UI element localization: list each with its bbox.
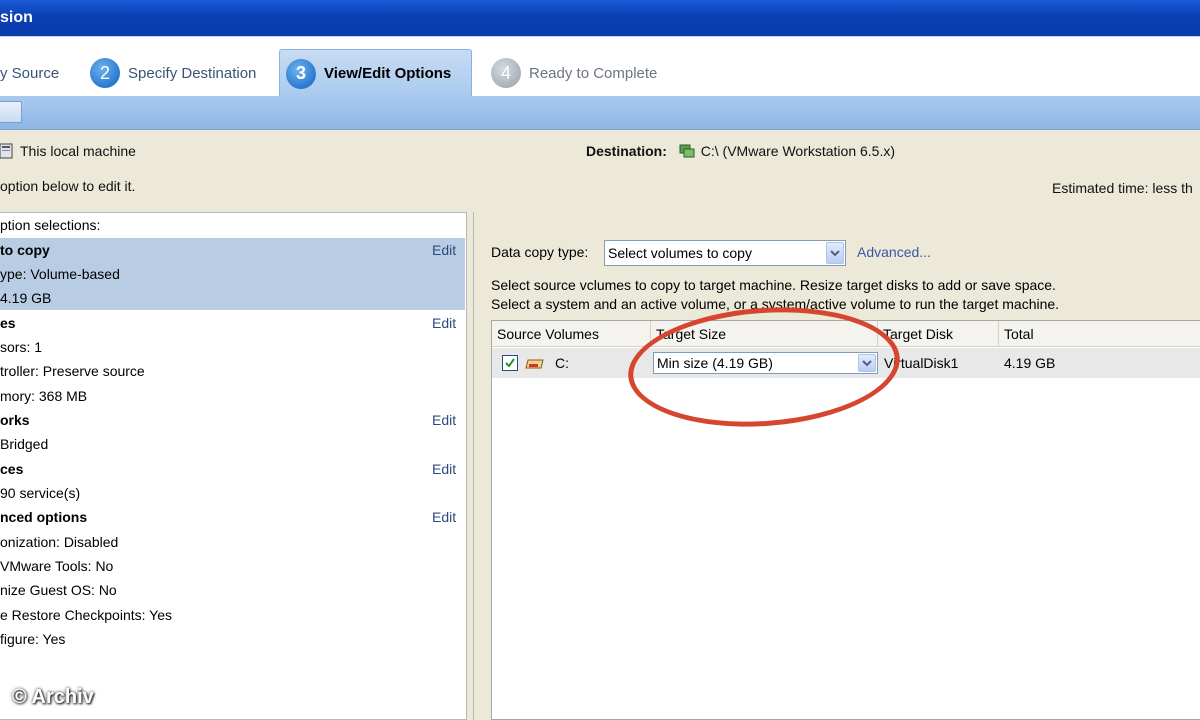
option-detail: onization: Disabled [0,534,119,550]
data-copy-type-label: Data copy type: [491,244,589,260]
option-networks[interactable]: orks Edit [0,408,465,432]
destination-label: Destination: [586,143,667,159]
option-detail: figure: Yes [0,631,66,647]
edit-link[interactable]: Edit [432,457,456,481]
target-size-value: Min size (4.19 GB) [657,355,773,371]
drive-icon [525,359,544,369]
step-label: Specify Destination [128,64,257,82]
computer-icon [0,143,13,159]
option-title: nced options [0,509,88,525]
edit-link[interactable]: Edit [432,311,456,335]
step-ready-to-complete[interactable]: 4 Ready to Complete [491,49,657,97]
destination-value: C:\ (VMware Workstation 6.5.x) [700,143,896,159]
option-devices[interactable]: es Edit [0,311,465,335]
options-header: ption selections: [0,217,101,233]
source-info: This local machine [0,143,136,159]
option-detail: sors: 1 [0,339,43,355]
step-number-icon: 4 [491,58,521,88]
copyright-watermark: © Archiv [12,686,94,708]
option-services[interactable]: ces Edit [0,457,465,481]
option-title: orks [0,412,30,428]
destination-info: Destination: C:\ (VMware Workstation 6.5… [586,143,895,159]
table-row[interactable]: C: Min size (4.19 GB) VirtualDisk1 4.19 … [492,348,1200,378]
toolbar-strip [0,96,1200,130]
step-number-icon: 2 [90,58,120,88]
table-header: Source Volumes Target Size Target Disk T… [492,321,1200,347]
option-detail: Bridged [0,436,49,452]
data-copy-type-value: Select volumes to copy [608,245,752,261]
option-title: es [0,315,16,331]
option-data-to-copy[interactable]: to copy Edit [0,238,465,262]
option-detail: nize Guest OS: No [0,582,117,598]
option-title: to copy [0,242,50,258]
option-detail: 90 service(s) [0,485,81,501]
advanced-link[interactable]: Advanced... [857,244,931,260]
column-header-target-disk[interactable]: Target Disk [878,321,999,347]
window-title: sion [0,9,33,26]
chevron-down-icon[interactable] [826,242,844,264]
checkmark-icon [505,358,515,368]
target-size-select[interactable]: Min size (4.19 GB) [653,352,878,374]
volume-name: C: [555,355,569,371]
option-detail: ype: Volume-based [0,262,465,286]
edit-link[interactable]: Edit [432,505,456,529]
edit-hint: option below to edit it. [0,178,136,194]
edit-link[interactable]: Edit [432,238,456,262]
option-detail: e Restore Checkpoints: Yes [0,607,172,623]
volumes-table: Source Volumes Target Size Target Disk T… [491,320,1200,720]
option-detail: mory: 368 MB [0,388,88,404]
toolbar-button[interactable] [0,101,22,123]
volume-checkbox[interactable] [502,355,518,371]
chevron-down-icon[interactable] [858,354,876,372]
option-detail: VMware Tools: No [0,558,114,574]
step-number-icon: 3 [286,58,316,89]
data-copy-type-select[interactable]: Select volumes to copy [604,240,846,266]
total-value: 4.19 GB [1004,355,1056,371]
source-text: This local machine [20,143,136,159]
step-view-edit-options[interactable]: 3 View/Edit Options [279,49,473,97]
step-label: Ready to Complete [529,64,658,82]
window-title-bar: sion [0,0,1200,36]
estimated-time: Estimated time: less th [1052,180,1193,196]
description-line: Select a system and an active volume, or… [491,296,1060,312]
column-header-total[interactable]: Total [999,321,1200,347]
option-advanced-options[interactable]: nced options Edit [0,505,465,529]
description-line: Select source vclumes to copy to target … [491,277,1056,293]
target-disk-value: VirtualDisk1 [884,355,959,371]
option-title: ces [0,461,24,477]
wizard-step-bar: y Source 2 Specify Destination 3 View/Ed… [0,36,1200,97]
step-select-source[interactable]: y Source [0,49,59,97]
option-detail: 4.19 GB [0,286,465,310]
vmware-icon [679,144,695,158]
step-specify-destination[interactable]: 2 Specify Destination [90,49,256,97]
option-detail: troller: Preserve source [0,363,145,379]
step-label: View/Edit Options [324,65,452,82]
column-header-target-size[interactable]: Target Size [651,321,878,347]
step-label: y Source [0,64,60,82]
options-list-panel: ption selections: to copy Edit ype: Volu… [0,212,467,720]
volume-options-panel: Data copy type: Select volumes to copy A… [473,212,1200,720]
column-header-source-volumes[interactable]: Source Volumes [492,321,651,347]
edit-link[interactable]: Edit [432,408,456,432]
